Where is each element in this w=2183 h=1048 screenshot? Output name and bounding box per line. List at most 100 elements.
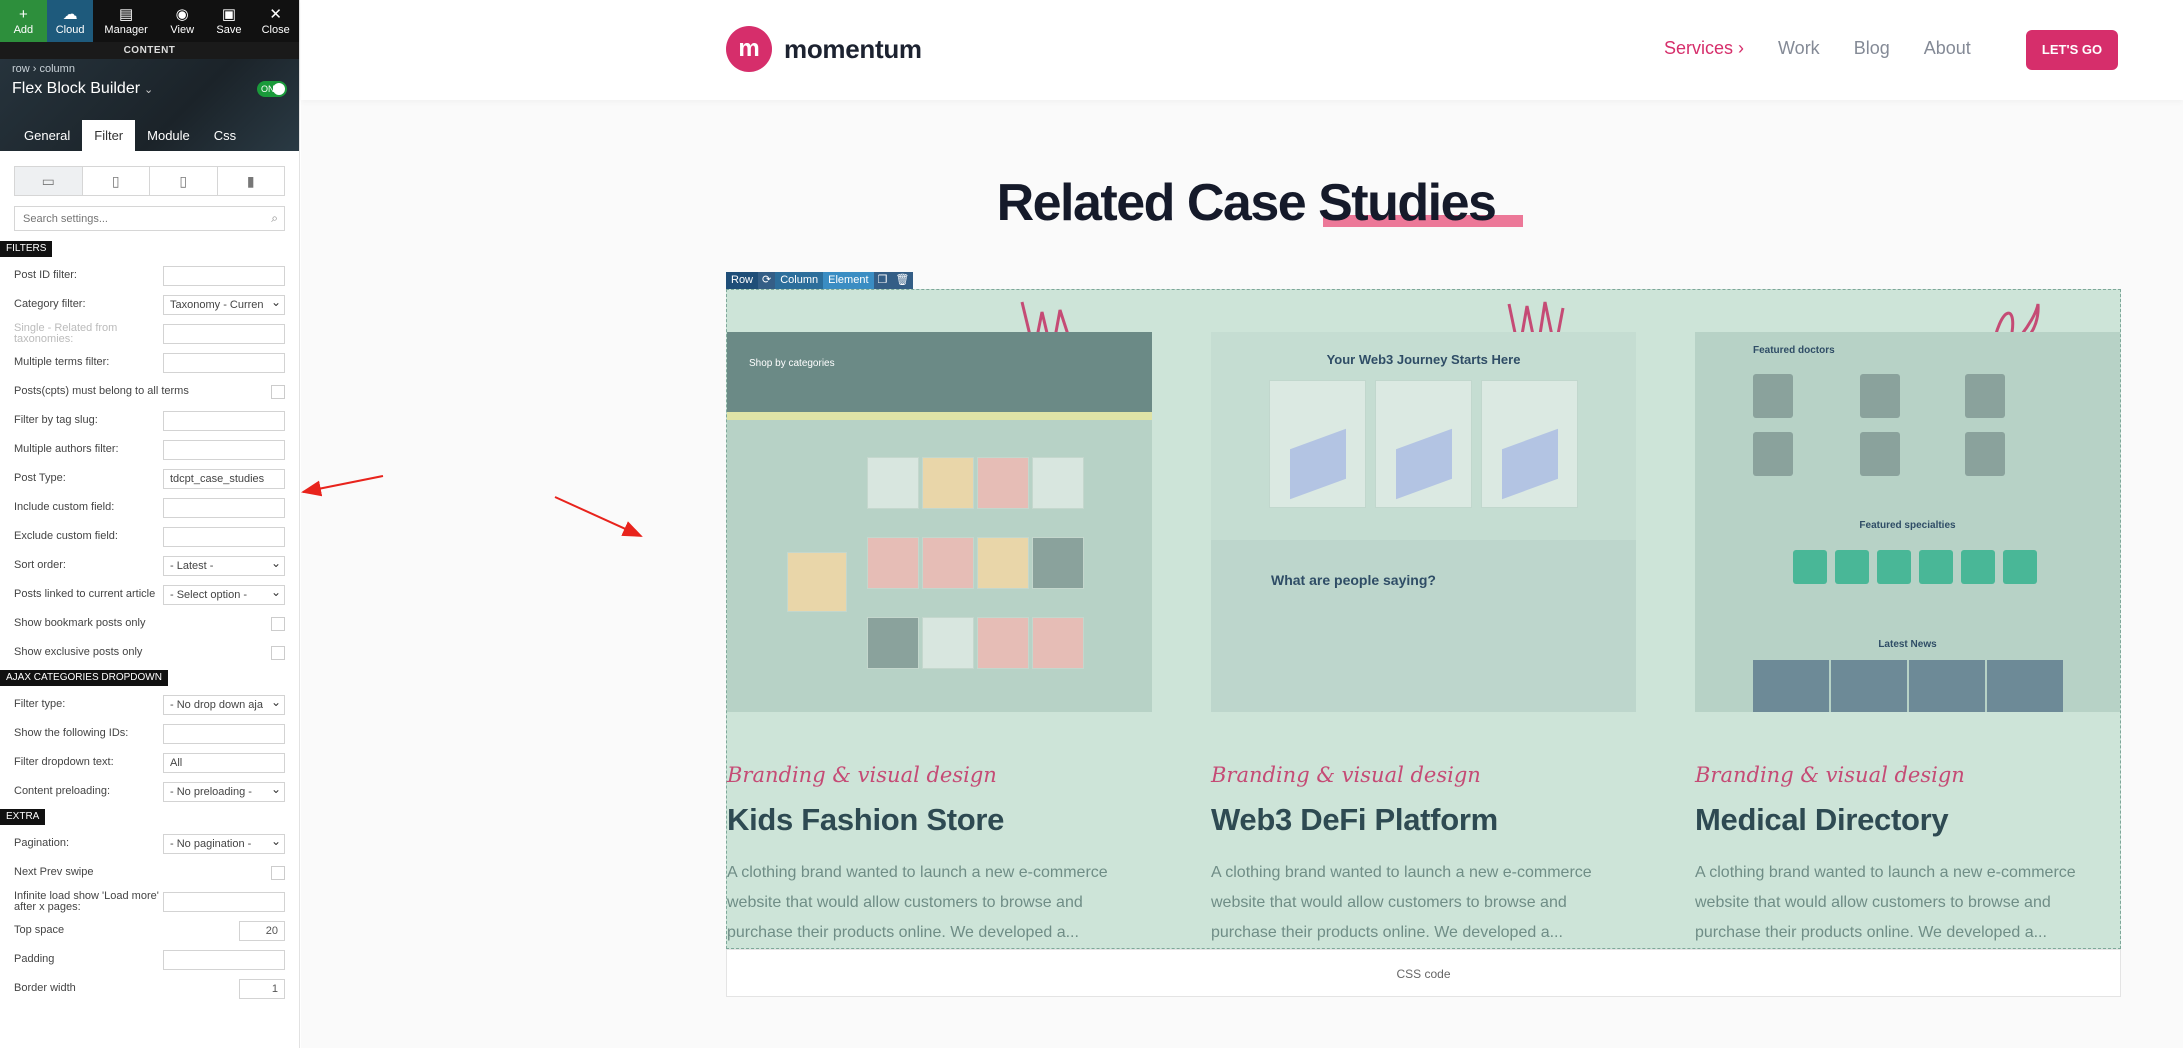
column-tag[interactable]: Column xyxy=(775,272,824,289)
web3-testimonials: What are people saying? xyxy=(1211,540,1636,712)
css-code-block[interactable]: CSS code xyxy=(726,949,2121,997)
ajax-rows: Filter type: - No drop down aja Show the f… xyxy=(0,690,299,806)
setting-input[interactable] xyxy=(163,526,285,547)
doctor-avatar xyxy=(1860,374,1900,418)
breadcrumb[interactable]: row › column xyxy=(12,63,75,75)
search-input[interactable] xyxy=(15,207,284,230)
element-tag[interactable]: Element xyxy=(823,272,874,289)
section-extra: EXTRA xyxy=(0,809,46,825)
product-thumb xyxy=(867,617,919,669)
setting-input[interactable] xyxy=(163,352,285,373)
tab-general[interactable]: General xyxy=(12,120,82,151)
device-switcher: ▭ ▯ ▯ ▮ xyxy=(14,166,285,196)
setting-select[interactable]: - No preloading - xyxy=(163,781,285,802)
setting-input[interactable]: 20 xyxy=(239,920,285,941)
manager-label: Manager xyxy=(104,23,148,36)
case-card[interactable]: Your Web3 Journey Starts Here What are p… xyxy=(1211,290,1636,950)
setting-label: Sort order: xyxy=(14,559,66,571)
desktop-icon[interactable]: ▭ xyxy=(15,167,83,195)
setting-label: Next Prev swipe xyxy=(14,866,94,878)
close-icon: ✕ xyxy=(269,5,282,23)
case-category[interactable]: Branding & visual design xyxy=(1211,763,1481,787)
tab-css[interactable]: Css xyxy=(202,120,248,151)
setting-input[interactable] xyxy=(163,949,285,970)
builder-title[interactable]: Flex Block Builder ⌄ xyxy=(12,80,153,98)
setting-label: Multiple terms filter: xyxy=(14,356,110,368)
tablet-icon[interactable]: ▯ xyxy=(150,167,218,195)
setting-select[interactable]: - Select option - xyxy=(163,584,285,605)
plus-icon: + xyxy=(18,5,28,23)
case-title[interactable]: Web3 DeFi Platform xyxy=(1211,802,1498,838)
setting-input[interactable] xyxy=(163,265,285,286)
case-thumbnail[interactable]: Featured doctors Featured specialties La… xyxy=(1695,332,2120,712)
setting-select[interactable]: - No pagination - xyxy=(163,833,285,854)
setting-label: Category filter: xyxy=(14,298,86,310)
case-studies-grid[interactable]: Shop by categories Branding & visual des… xyxy=(726,289,2121,949)
page-heading: Related Case Studies xyxy=(996,174,1497,232)
setting-checkbox[interactable] xyxy=(271,616,285,631)
setting-select[interactable]: - No drop down aja xyxy=(163,694,285,715)
setting-input[interactable] xyxy=(163,723,285,744)
case-title[interactable]: Medical Directory xyxy=(1695,802,1949,838)
row-settings-icon[interactable]: ⟳ xyxy=(758,272,776,289)
setting-input[interactable]: tdcpt_case_studies xyxy=(163,468,285,489)
case-card[interactable]: Featured doctors Featured specialties La… xyxy=(1695,290,2120,950)
menu-item-blog[interactable]: Blog xyxy=(1854,38,1890,59)
setting-input[interactable]: 1 xyxy=(239,978,285,999)
row-tag[interactable]: Row xyxy=(726,272,759,289)
setting-row-border-width: Border width 1 xyxy=(0,974,299,1003)
case-category[interactable]: Branding & visual design xyxy=(1695,763,1965,787)
site-preview: m momentum Services › Work Blog About LE… xyxy=(301,0,2183,1048)
tab-module[interactable]: Module xyxy=(135,120,202,151)
laptop-icon[interactable]: ▯ xyxy=(83,167,150,195)
site-logo[interactable]: m momentum xyxy=(726,26,922,72)
tab-bar: General Filter Module Css xyxy=(12,120,248,151)
trash-icon[interactable]: 🗑 xyxy=(891,272,914,289)
case-title[interactable]: Kids Fashion Store xyxy=(727,802,1004,838)
site-header: m momentum Services › Work Blog About LE… xyxy=(301,0,2183,100)
setting-input[interactable] xyxy=(163,323,285,344)
manager-button[interactable]: ▤ Manager xyxy=(93,0,158,42)
setting-row-post-type: Post Type: tdcpt_case_studies xyxy=(0,464,299,493)
add-button[interactable]: + Add xyxy=(0,0,47,42)
logo-text: momentum xyxy=(784,33,922,64)
case-card[interactable]: Shop by categories Branding & visual des… xyxy=(727,290,1152,950)
setting-checkbox[interactable] xyxy=(271,384,285,399)
close-button[interactable]: ✕ Close xyxy=(252,0,299,42)
setting-row-content-preloading: Content preloading: - No preloading - xyxy=(0,777,299,806)
setting-checkbox[interactable] xyxy=(271,645,285,660)
case-thumbnail[interactable]: Shop by categories xyxy=(727,332,1152,712)
lets-go-button[interactable]: LET'S GO xyxy=(2026,30,2118,70)
cloud-button[interactable]: ☁ Cloud xyxy=(46,0,94,42)
case-description: A clothing brand wanted to launch a new … xyxy=(1695,864,2076,941)
case-thumbnail[interactable]: Your Web3 Journey Starts Here What are p… xyxy=(1211,332,1636,712)
setting-input[interactable] xyxy=(163,497,285,518)
settings-search: ⌕ xyxy=(14,206,285,231)
setting-select[interactable]: - Latest - xyxy=(163,555,285,576)
setting-row-infinite-load-show-load-more-after-x-pages: Infinite load show 'Load more' after x p… xyxy=(0,887,299,916)
chevron-down-icon: ⌄ xyxy=(144,84,154,96)
setting-row-pagination: Pagination: - No pagination - xyxy=(0,829,299,858)
copy-icon[interactable]: ❐ xyxy=(873,272,892,289)
save-label: Save xyxy=(216,23,242,36)
setting-checkbox[interactable] xyxy=(271,865,285,880)
menu-item-work[interactable]: Work xyxy=(1778,38,1820,59)
case-category[interactable]: Branding & visual design xyxy=(727,763,997,787)
setting-label: Pagination: xyxy=(14,837,70,849)
setting-input[interactable] xyxy=(163,439,285,460)
setting-input[interactable] xyxy=(163,891,285,912)
phone-icon[interactable]: ▮ xyxy=(218,167,285,195)
on-toggle[interactable]: ON xyxy=(257,81,287,97)
view-button[interactable]: ◉ View xyxy=(159,0,206,42)
setting-row-next-prev-swipe: Next Prev swipe xyxy=(0,858,299,887)
setting-select[interactable]: Taxonomy - Curren xyxy=(163,294,285,315)
setting-input[interactable]: All xyxy=(163,752,285,773)
tab-filter[interactable]: Filter xyxy=(82,120,136,151)
setting-row-show-the-following-ids: Show the following IDs: xyxy=(0,719,299,748)
setting-input[interactable] xyxy=(163,410,285,431)
menu-item-about[interactable]: About xyxy=(1924,38,1971,59)
save-button[interactable]: ▣ Save xyxy=(206,0,253,42)
menu-item-services[interactable]: Services › xyxy=(1664,38,1744,59)
news-heading: Latest News xyxy=(1878,639,1937,650)
web3-card xyxy=(1269,380,1366,508)
